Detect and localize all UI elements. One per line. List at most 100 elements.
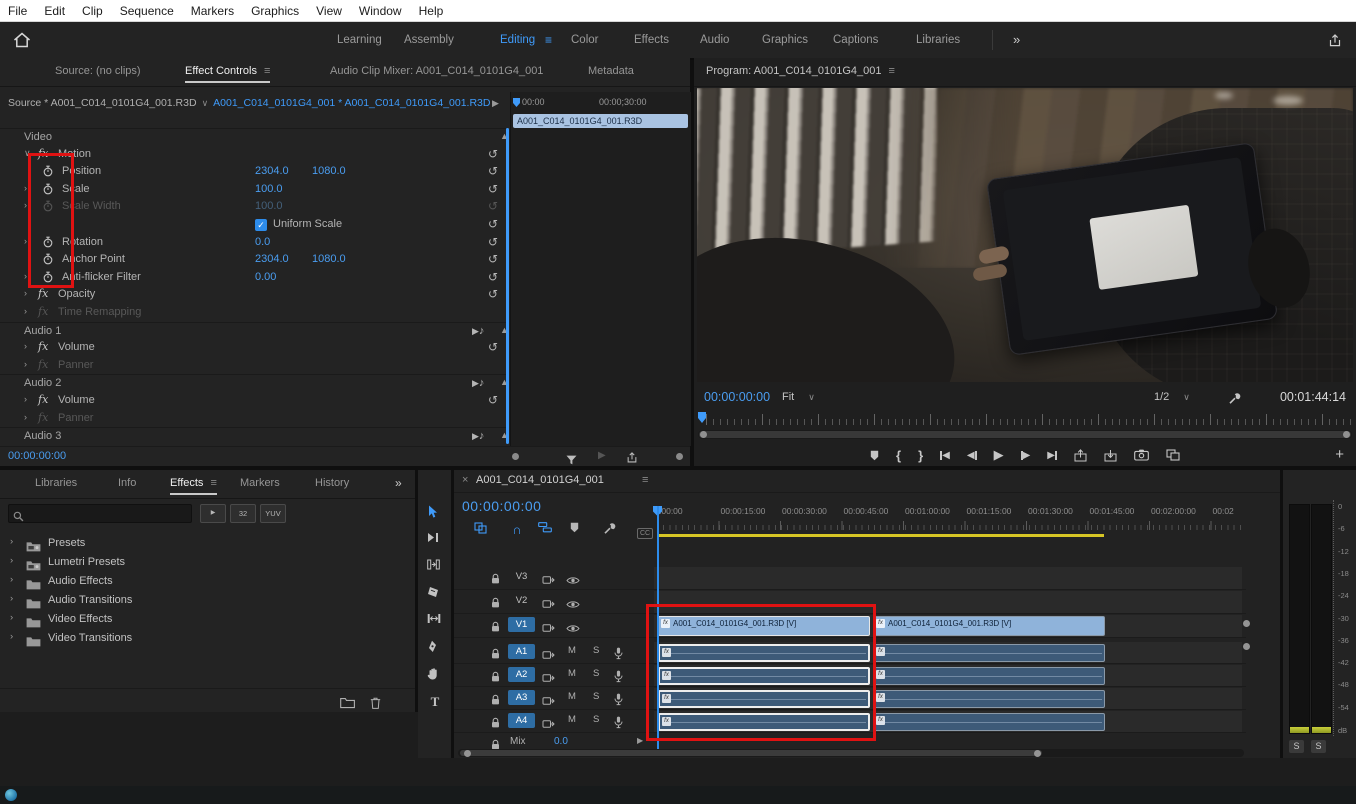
type-tool[interactable]: T bbox=[427, 694, 443, 710]
delete-icon[interactable] bbox=[370, 694, 381, 712]
program-playhead-icon[interactable] bbox=[698, 412, 706, 423]
reset-parameter-icon[interactable]: ↺ bbox=[488, 147, 498, 161]
scroll-handle[interactable] bbox=[464, 750, 471, 757]
hand-tool[interactable] bbox=[427, 667, 443, 683]
workspace-tab-audio[interactable]: Audio bbox=[700, 22, 729, 58]
reset-parameter-icon[interactable]: ↺ bbox=[488, 164, 498, 178]
expand-icon[interactable]: › bbox=[10, 574, 13, 585]
effects-panel-tab-history[interactable]: History bbox=[315, 470, 349, 496]
timeline-ruler[interactable]: :00:0000:00:15:0000:00:30:0000:00:45:000… bbox=[650, 504, 1246, 530]
step-back-icon[interactable]: ◀ bbox=[967, 450, 977, 461]
scrollbar-handle[interactable] bbox=[699, 431, 1351, 438]
solo-track-button[interactable]: S bbox=[593, 691, 599, 702]
effect-section-audio-2[interactable]: Audio 2▶♪▲ bbox=[0, 374, 506, 393]
timeline-settings-icon[interactable] bbox=[603, 522, 621, 538]
menu-window[interactable]: Window bbox=[359, 4, 402, 18]
expand-icon[interactable]: › bbox=[10, 612, 13, 623]
vertical-scroll-handle[interactable] bbox=[1243, 643, 1250, 650]
track-select-forward-tool[interactable] bbox=[427, 532, 443, 548]
reset-parameter-icon[interactable]: ↺ bbox=[488, 340, 498, 354]
lock-track-icon[interactable] bbox=[490, 594, 501, 612]
workspace-overflow-button[interactable]: » bbox=[1013, 22, 1020, 58]
source-patch-icon[interactable] bbox=[542, 669, 555, 687]
program-ruler[interactable] bbox=[698, 412, 1352, 425]
reset-parameter-icon[interactable]: ↺ bbox=[488, 270, 498, 284]
keyframe-nav-icon[interactable]: ▶ bbox=[637, 736, 643, 745]
panel-menu-icon[interactable]: ≡ bbox=[210, 477, 216, 489]
browser-app-icon[interactable] bbox=[5, 789, 17, 801]
panel-overflow-button[interactable]: » bbox=[395, 470, 402, 496]
reset-parameter-icon[interactable]: ↺ bbox=[488, 217, 498, 231]
pen-tool[interactable] bbox=[427, 640, 443, 656]
workspace-tab-graphics[interactable]: Graphics bbox=[762, 22, 808, 58]
timeline-timecode[interactable]: 00:00:00:00 bbox=[462, 498, 541, 514]
source-patch-icon[interactable] bbox=[542, 571, 555, 589]
expand-icon[interactable]: › bbox=[24, 359, 27, 369]
property-value[interactable]: 100.0 bbox=[255, 200, 283, 212]
source-panel-tab-metadata[interactable]: Metadata bbox=[588, 58, 634, 84]
32-bit-color-badge[interactable]: 32 bbox=[230, 504, 256, 523]
expand-icon[interactable]: › bbox=[24, 341, 27, 351]
reset-parameter-icon[interactable]: ↺ bbox=[488, 182, 498, 196]
menu-edit[interactable]: Edit bbox=[44, 4, 65, 18]
snap-icon[interactable]: ∩ bbox=[508, 522, 526, 538]
expand-icon[interactable]: › bbox=[10, 555, 13, 566]
expand-icon[interactable]: › bbox=[24, 306, 27, 316]
workspace-tab-libraries[interactable]: Libraries bbox=[916, 22, 960, 58]
effect-section-video[interactable]: Video▲ bbox=[0, 128, 506, 147]
folder-presets[interactable]: ›Presets bbox=[0, 534, 415, 553]
voiceover-record-icon[interactable] bbox=[614, 691, 623, 709]
reset-parameter-icon[interactable]: ↺ bbox=[488, 199, 498, 213]
expand-icon[interactable]: › bbox=[10, 536, 13, 547]
workspace-tab-assembly[interactable]: Assembly bbox=[404, 22, 454, 58]
source-patch-icon[interactable] bbox=[542, 715, 555, 733]
effect-controls-scrollbar[interactable] bbox=[506, 128, 509, 444]
property-value[interactable]: 1080.0 bbox=[312, 165, 346, 177]
track-target-a3[interactable]: A3 bbox=[508, 690, 535, 705]
play-audio-icon[interactable]: ▶ bbox=[598, 450, 606, 461]
mini-playhead-icon[interactable] bbox=[513, 98, 520, 107]
yuv-effects-badge[interactable]: YUV bbox=[260, 504, 286, 523]
add-marker-icon[interactable] bbox=[570, 522, 588, 538]
scroll-handle[interactable] bbox=[512, 453, 519, 460]
razor-tool[interactable] bbox=[427, 586, 443, 602]
solo-track-button[interactable]: S bbox=[593, 714, 599, 725]
audio-clip[interactable]: fx bbox=[873, 644, 1105, 662]
workspace-tab-captions[interactable]: Captions bbox=[833, 22, 878, 58]
source-patch-icon[interactable] bbox=[542, 619, 555, 637]
play-icon[interactable]: ▶ bbox=[492, 98, 499, 109]
toggle-track-output-icon[interactable] bbox=[566, 596, 580, 614]
effects-panel-tab-effects[interactable]: Effects≡ bbox=[170, 470, 217, 496]
effect-row-anti-flicker-filter[interactable]: ›Anti-flicker Filter0.00↺ bbox=[0, 269, 506, 287]
reset-parameter-icon[interactable]: ↺ bbox=[488, 287, 498, 301]
scroll-handle[interactable] bbox=[1034, 750, 1041, 757]
source-patch-icon[interactable] bbox=[542, 595, 555, 613]
panel-menu-icon[interactable]: ≡ bbox=[889, 65, 895, 77]
effect-row-volume[interactable]: ›fxVolume↺ bbox=[0, 339, 506, 357]
uniform-scale-checkbox[interactable]: ✓ bbox=[255, 219, 267, 231]
folder-video-effects[interactable]: ›Video Effects bbox=[0, 610, 415, 629]
accelerated-effects-badge[interactable]: ▶ bbox=[200, 504, 226, 523]
effect-row-panner[interactable]: ›fxPanner bbox=[0, 410, 506, 428]
lift-icon[interactable] bbox=[1074, 449, 1087, 462]
folder-lumetri-presets[interactable]: ›Lumetri Presets bbox=[0, 553, 415, 572]
chevron-down-icon[interactable]: ∨ bbox=[202, 98, 209, 108]
audio-clip[interactable]: fx bbox=[873, 667, 1105, 685]
effect-row-rotation[interactable]: ›Rotation0.0↺ bbox=[0, 234, 506, 252]
workspace-tab-learning[interactable]: Learning bbox=[337, 22, 382, 58]
lock-track-icon[interactable] bbox=[490, 668, 501, 686]
voiceover-record-icon[interactable] bbox=[614, 645, 623, 663]
lock-track-icon[interactable] bbox=[490, 570, 501, 588]
filter-properties-icon[interactable] bbox=[566, 451, 577, 469]
settings-wrench-icon[interactable] bbox=[1228, 390, 1241, 408]
voiceover-record-icon[interactable] bbox=[614, 668, 623, 686]
folder-audio-transitions[interactable]: ›Audio Transitions bbox=[0, 591, 415, 610]
slip-tool[interactable] bbox=[427, 613, 443, 629]
menu-sequence[interactable]: Sequence bbox=[120, 4, 174, 18]
effects-panel-tab-markers[interactable]: Markers bbox=[240, 470, 280, 496]
property-value[interactable]: 0.00 bbox=[255, 271, 276, 283]
step-forward-icon[interactable]: ▶ bbox=[1021, 450, 1031, 461]
scroll-handle[interactable] bbox=[1343, 431, 1350, 438]
effect-controls-timecode[interactable]: 00:00:00:00 bbox=[8, 450, 66, 462]
reset-parameter-icon[interactable]: ↺ bbox=[488, 235, 498, 249]
